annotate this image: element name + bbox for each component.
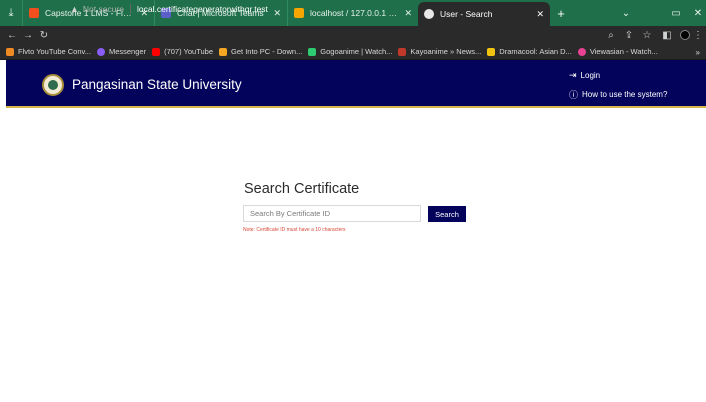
viewasian-icon (577, 47, 586, 56)
download-icon[interactable]: ⤓ (0, 0, 22, 26)
warning-icon: ▲ (70, 4, 79, 14)
login-icon: ⇥ (569, 70, 577, 80)
messenger-icon (96, 47, 105, 56)
brand-name[interactable]: Pangasinan State University (72, 77, 242, 92)
back-icon[interactable]: ← (4, 26, 20, 44)
gogoanime-icon (308, 47, 317, 56)
bookmark-item[interactable]: Gogoanime | Watch... (308, 47, 392, 56)
not-secure-label: Not secure (82, 4, 125, 14)
bookmark-favicon-icon (6, 47, 14, 56)
zoom-search-icon[interactable]: ⌕ (602, 26, 620, 44)
address-divider (130, 4, 132, 14)
bookmark-item[interactable]: (707) YouTube (152, 47, 213, 56)
getintopc-icon (219, 47, 228, 56)
url-text: local.certificategeneratorwithqr.test (137, 4, 268, 14)
bookmark-item[interactable]: Dramacool: Asian D... (487, 47, 572, 56)
certificate-id-input[interactable] (243, 205, 421, 222)
info-icon: ⓘ (569, 90, 579, 100)
menu-icon[interactable]: ⋮ (692, 26, 704, 44)
browser-toolbar: ← → ↻ (0, 26, 706, 44)
bookmark-label: Get Into PC - Down... (231, 47, 303, 56)
address-bar[interactable]: ▲ Not secure local.certificategeneratorw… (70, 1, 600, 17)
bookmark-item[interactable]: Kayoanime » News... (398, 47, 481, 56)
tab-search-chevron-icon[interactable]: ⌄ (614, 0, 638, 26)
youtube-icon (152, 47, 161, 56)
restore-window-icon[interactable]: ▭ (664, 0, 688, 26)
site-header: Pangasinan State University ⇥ Login ⓘ Ho… (6, 60, 706, 108)
figma-icon (29, 8, 39, 18)
bookmark-label: Kayoanime » News... (410, 47, 482, 56)
sidebar-icon[interactable]: ◧ (658, 26, 676, 44)
bookmark-item[interactable]: Flvto YouTube Conv... (6, 47, 91, 56)
login-link[interactable]: ⇥ Login (569, 70, 600, 81)
dramacool-icon (487, 47, 496, 56)
bookmark-label: Dramacool: Asian D... (499, 47, 572, 56)
bookmark-item[interactable]: Viewasian - Watch... (577, 47, 658, 56)
bookmark-item[interactable]: Messenger (96, 47, 147, 56)
bookmarks-bar: Flvto YouTube Conv... Messenger (707) Yo… (0, 44, 706, 60)
share-icon[interactable]: ⇪ (620, 26, 638, 44)
forward-icon[interactable]: → (20, 26, 36, 44)
help-link[interactable]: ⓘ How to use the system? (569, 88, 667, 101)
reload-icon[interactable]: ↻ (36, 26, 52, 44)
page-title: Search Certificate (244, 181, 360, 197)
validation-note: Note: Certificate ID must have a 10 char… (243, 227, 346, 233)
bookmark-label: Flvto YouTube Conv... (18, 47, 91, 56)
bookmark-label: Viewasian - Watch... (589, 47, 658, 56)
search-button[interactable]: Search (428, 206, 466, 222)
star-icon[interactable]: ☆ (638, 26, 656, 44)
logo-emblem (48, 80, 58, 90)
bookmarks-overflow-icon[interactable]: » (696, 44, 700, 60)
kayoanime-icon (398, 47, 407, 56)
bookmark-label: (707) YouTube (164, 47, 214, 56)
bookmark-label: Messenger (108, 47, 147, 56)
login-label: Login (580, 71, 601, 80)
university-logo[interactable] (42, 74, 64, 96)
bookmark-item[interactable]: Get Into PC - Down... (219, 47, 302, 56)
help-label: How to use the system? (582, 90, 668, 99)
bookmark-label: Gogoanime | Watch... (320, 47, 393, 56)
close-window-icon[interactable]: ✕ (686, 0, 706, 26)
